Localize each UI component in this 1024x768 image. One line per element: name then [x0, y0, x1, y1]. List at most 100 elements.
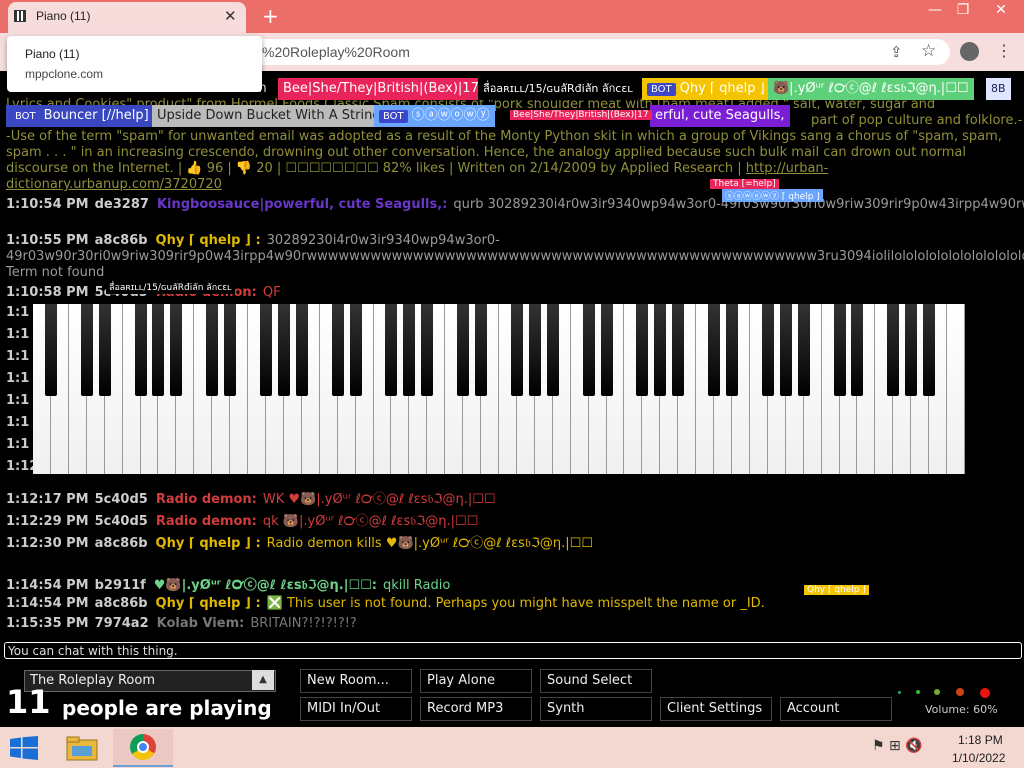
chat-input[interactable]: You can chat with this thing. [4, 642, 1022, 659]
piano-black-key[interactable] [421, 304, 434, 396]
message-author: Kolab Viem: [156, 616, 245, 631]
piano-black-key[interactable] [80, 304, 93, 396]
chat-message: 1:12:29 PM 5c40d5 Radio demon: qk 🐻|.yØᵘʳ ℓ… [6, 510, 478, 529]
piano-black-key[interactable] [923, 304, 936, 396]
new-room-button[interactable]: New Room... [300, 669, 412, 693]
minimize-button[interactable]: — [922, 2, 948, 22]
volume-led [956, 688, 964, 696]
piano-black-key[interactable] [349, 304, 362, 396]
piano-black-key[interactable] [905, 304, 918, 396]
piano-black-key[interactable] [851, 304, 864, 396]
restore-button[interactable]: ❐ [950, 2, 976, 22]
message-time: 1:12:30 PM [6, 536, 89, 551]
record-mp3-button[interactable]: Record MP3 [420, 697, 532, 721]
cursor-label: Bee|She/They|British|(Bex)|17 [510, 110, 652, 120]
midi-button[interactable]: MIDI In/Out [300, 697, 412, 721]
file-explorer-icon[interactable] [66, 734, 98, 762]
piano-black-key[interactable] [152, 304, 165, 396]
new-tab-button[interactable]: + [262, 4, 279, 28]
message-author: Qhy ⌈ qhelp ⌋ : [155, 596, 261, 611]
piano-black-key[interactable] [457, 304, 470, 396]
message-text: 49r03w90r30ri0w9riw309rir9p0w43irpp4w90r… [6, 249, 1024, 264]
piano-black-key[interactable] [206, 304, 219, 396]
piano-black-key[interactable] [170, 304, 183, 396]
piano-black-key[interactable] [528, 304, 541, 396]
room-dropdown-arrow-icon[interactable]: ▲ [252, 670, 274, 690]
piano-black-key[interactable] [708, 304, 721, 396]
piano-black-key[interactable] [672, 304, 685, 396]
piano-black-key[interactable] [295, 304, 308, 396]
piano-black-key[interactable] [833, 304, 846, 396]
share-icon[interactable]: ⇪ [890, 43, 903, 61]
message-author: Kingboosauce|powerful, cute Seagulls,: [156, 197, 448, 212]
piano-black-key[interactable] [887, 304, 900, 396]
chrome-icon-center [137, 741, 149, 753]
participant-tag: erful, cute Seagulls, [650, 105, 790, 127]
profile-icon[interactable] [960, 42, 979, 61]
piano-black-key[interactable] [44, 304, 57, 396]
client-settings-button[interactable]: Client Settings [660, 697, 772, 721]
participant-name: Qhy ⌈ qhelp ⌋ [679, 81, 765, 96]
piano-black-key[interactable] [403, 304, 416, 396]
message-time: 1:15:35 PM [6, 616, 89, 631]
menu-icon[interactable]: ⋮ [996, 41, 1012, 60]
piano-black-key[interactable] [510, 304, 523, 396]
piano-black-key[interactable] [779, 304, 792, 396]
play-alone-button[interactable]: Play Alone [420, 669, 532, 693]
message-time: 1:1 [6, 305, 30, 320]
message-user-id: a8c86b [94, 596, 148, 611]
url-text[interactable]: %20Roleplay%20Room [262, 44, 410, 60]
piano-white-key[interactable] [947, 304, 965, 474]
chat-link[interactable]: http://urban- [746, 161, 829, 176]
message-user-id: 5c40d5 [94, 514, 148, 529]
message-text: qk 🐻|.yØᵘʳ ℓ℺ⓒ@ℓ ℓɛѕ𝔟ℑ@η.|☐☐ [262, 514, 479, 529]
piano-black-key[interactable] [582, 304, 595, 396]
cursor-label: ลื่อaʀɪʟʟ/15/ɢuลัRđiลัn ลักcɛʟ [106, 280, 235, 294]
bot-badge: BOT [647, 83, 676, 96]
message-text: BRITAIN?!?!?!?!? [250, 616, 357, 631]
message-time: 1:12:17 PM [6, 492, 89, 507]
sound-select-button[interactable]: Sound Select [540, 669, 652, 693]
piano-black-key[interactable] [654, 304, 667, 396]
star-icon[interactable]: ☆ [921, 41, 936, 61]
participant-tag: Upside Down Bucket With A String [152, 105, 386, 127]
piano-black-key[interactable] [224, 304, 237, 396]
piano-black-key[interactable] [761, 304, 774, 396]
piano-keyboard[interactable] [33, 304, 965, 474]
chat-message: 1:15:35 PM 7974a2 Kolab Viem: BRITAIN?!?!?!… [6, 616, 357, 631]
tab-title: Piano (11) [36, 9, 91, 23]
piano-black-key[interactable] [600, 304, 613, 396]
message-user-id: 5c40d5 [94, 492, 148, 507]
people-count: 11 [6, 683, 51, 721]
piano-black-key[interactable] [726, 304, 738, 396]
close-window-button[interactable]: ✕ [988, 2, 1014, 22]
piano-black-key[interactable] [98, 304, 111, 396]
piano-black-key[interactable] [260, 304, 272, 396]
piano-black-key[interactable] [134, 304, 147, 396]
clock-date[interactable]: 1/10/2022 [952, 751, 1005, 765]
piano-black-key[interactable] [546, 304, 559, 396]
participant-name: ⓢⓐⓦⓞⓦⓨ [411, 108, 490, 123]
bot-badge: BOT [11, 110, 40, 123]
chat-message: 1:14:54 PM b2911f ♥🐻|.yØᵘʳ ℓ℺ⓒ@ℓ ℓɛѕ𝔟ℑ@η.|… [6, 574, 450, 593]
piano-black-key[interactable] [277, 304, 290, 396]
piano-black-key[interactable] [385, 304, 398, 396]
clock-time[interactable]: 1:18 PM [958, 733, 1003, 747]
tab-hover-card: Piano (11) mppclone.com [7, 36, 262, 92]
message-user-id: b2911f [94, 578, 146, 593]
piano-black-key[interactable] [797, 304, 810, 396]
account-button[interactable]: Account [780, 697, 892, 721]
chat-text-line: spam . . . " in an increasing crescendo,… [6, 145, 967, 160]
chat-message: 1:12:17 PM 5c40d5 Radio demon: WK ♥🐻|.yØᵘʳ … [6, 488, 496, 507]
volume-led [980, 688, 990, 698]
message-time: 1:1 [6, 437, 30, 452]
chat-link[interactable]: dictionary.urbanup.com/3720720 [6, 177, 222, 192]
system-tray-icons[interactable]: ⚑ ⊞ 🔇 [872, 738, 923, 754]
hover-card-title: Piano (11) [25, 47, 80, 61]
piano-black-key[interactable] [331, 304, 344, 396]
tab-close-icon[interactable]: ✕ [224, 7, 237, 25]
windows-start-icon[interactable] [10, 736, 38, 760]
synth-button[interactable]: Synth [540, 697, 652, 721]
piano-black-key[interactable] [636, 304, 649, 396]
piano-black-key[interactable] [475, 304, 488, 396]
